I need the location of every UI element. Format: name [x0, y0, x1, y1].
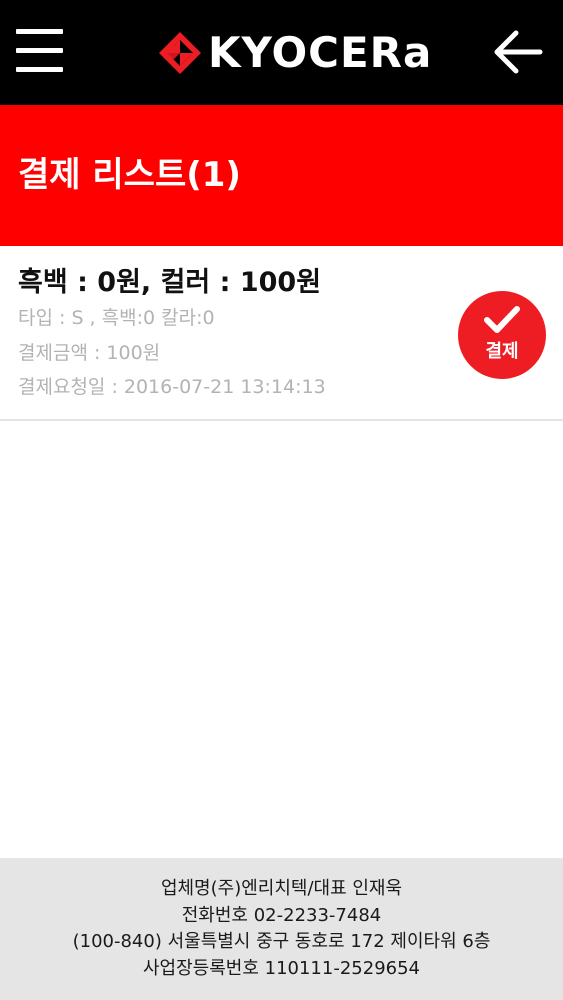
page-title: 결제 리스트(1) — [18, 155, 241, 195]
payment-type-line: 타입 : S , 흑백:0 칼라:0 — [18, 307, 215, 329]
brand-wordmark: KYOCERa — [208, 28, 433, 77]
menu-bar-bottom — [16, 67, 63, 72]
payment-list: 흑백 : 0원, 컬러 : 100원 타입 : S , 흑백:0 칼라:0 결제… — [0, 246, 563, 421]
pay-button[interactable]: 결제 — [458, 291, 546, 379]
footer-business-number: 사업장등록번호 110111-2529654 — [142, 957, 420, 979]
hamburger-menu-icon[interactable] — [16, 29, 63, 73]
top-app-bar: KYOCERa — [0, 0, 563, 105]
company-info-footer: 업체명(주)엔리치텍/대표 인재욱 전화번호 02-2233-7484 (100… — [0, 858, 563, 1000]
footer-address: (100-840) 서울특별시 중구 동호로 172 제이타워 6층 — [72, 931, 491, 952]
payment-heading: 흑백 : 0원, 컬러 : 100원 — [18, 267, 322, 298]
kyocera-logo: KYOCERa — [158, 30, 432, 76]
back-arrow-icon[interactable] — [492, 28, 544, 76]
check-icon — [484, 306, 520, 333]
footer-text-block: 업체명(주)엔리치텍/대표 인재욱 전화번호 02-2233-7484 (100… — [0, 876, 563, 982]
footer-company: 업체명(주)엔리치텍/대표 인재욱 — [160, 878, 403, 899]
payment-list-item[interactable]: 흑백 : 0원, 컬러 : 100원 타입 : S , 흑백:0 칼라:0 결제… — [0, 246, 563, 421]
menu-bar-top — [16, 29, 63, 34]
pay-button-label: 결제 — [485, 341, 519, 362]
kyocera-logo-mark — [159, 32, 201, 74]
title-bar: 결제 리스트(1) — [0, 105, 563, 246]
menu-bar-middle — [16, 48, 63, 53]
payment-amount-line: 결제금액 : 100원 — [18, 342, 161, 364]
payment-request-date-line: 결제요청일 : 2016-07-21 13:14:13 — [18, 376, 326, 398]
payment-list-screen: KYOCERa 결제 리스트(1) 흑백 : 0원, 컬러 : 100원 타입 … — [0, 0, 563, 1000]
footer-phone: 전화번호 02-2233-7484 — [181, 904, 382, 926]
